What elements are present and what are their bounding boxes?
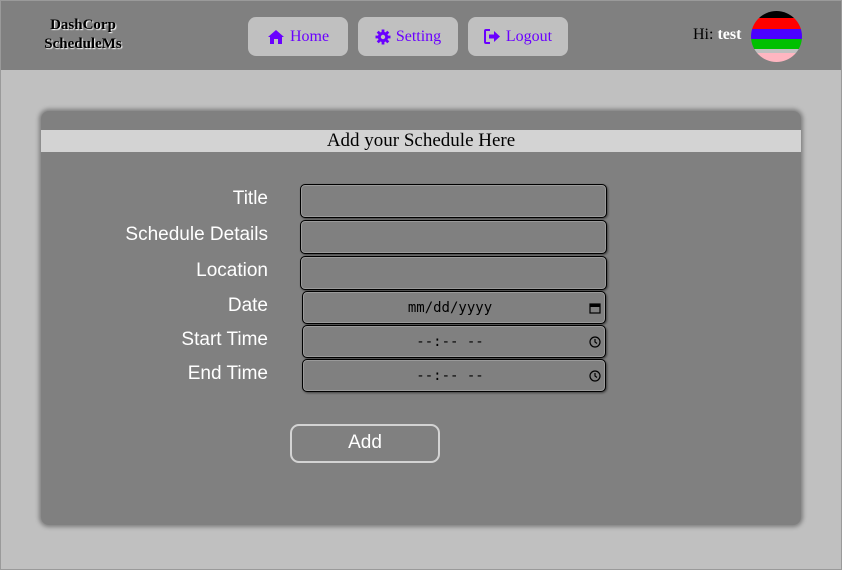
calendar-icon[interactable] — [585, 302, 605, 314]
avatar[interactable] — [751, 11, 802, 62]
brand-line-2: ScheduleMs — [44, 36, 122, 52]
home-icon — [267, 29, 285, 45]
nav-setting-label: Setting — [395, 27, 442, 45]
schedule-details-input[interactable] — [300, 220, 607, 254]
form-title: Add your Schedule Here — [41, 130, 801, 152]
end-time-placeholder: --:-- -- — [416, 367, 484, 384]
add-button[interactable]: Add — [290, 424, 440, 463]
greeting-prefix: Hi: — [693, 26, 714, 43]
nav-logout-button[interactable]: Logout — [468, 17, 568, 56]
nav-logout-label: Logout — [505, 27, 553, 45]
top-header: DashCorp ScheduleMs Home Setting Logout … — [1, 1, 841, 70]
brand-line-1: DashCorp — [50, 17, 116, 33]
location-input[interactable] — [300, 256, 607, 290]
nav-setting-button[interactable]: Setting — [358, 17, 458, 56]
username: test — [717, 26, 742, 43]
start-time-placeholder: --:-- -- — [416, 333, 484, 350]
end-time-input[interactable]: --:-- -- — [302, 359, 606, 392]
gear-icon — [375, 29, 391, 45]
location-label: Location — [196, 260, 268, 281]
clock-icon[interactable] — [585, 369, 605, 382]
clock-icon[interactable] — [585, 335, 605, 348]
app-brand: DashCorp ScheduleMs — [23, 16, 143, 54]
title-input[interactable] — [300, 184, 607, 218]
schedule-details-label: Schedule Details — [125, 224, 268, 245]
logout-icon — [483, 29, 501, 44]
end-time-label: End Time — [187, 363, 268, 384]
start-time-input[interactable]: --:-- -- — [302, 325, 606, 358]
date-input[interactable]: mm/dd/yyyy — [302, 291, 606, 324]
schedule-form-card: Add your Schedule Here Title Schedule De… — [41, 111, 801, 525]
date-label: Date — [227, 295, 268, 316]
nav-home-label: Home — [289, 27, 330, 45]
date-placeholder: mm/dd/yyyy — [407, 299, 493, 316]
nav-home-button[interactable]: Home — [248, 17, 348, 56]
start-time-label: Start Time — [181, 329, 268, 350]
title-label: Title — [232, 188, 268, 209]
user-greeting: Hi: test — [693, 26, 741, 44]
